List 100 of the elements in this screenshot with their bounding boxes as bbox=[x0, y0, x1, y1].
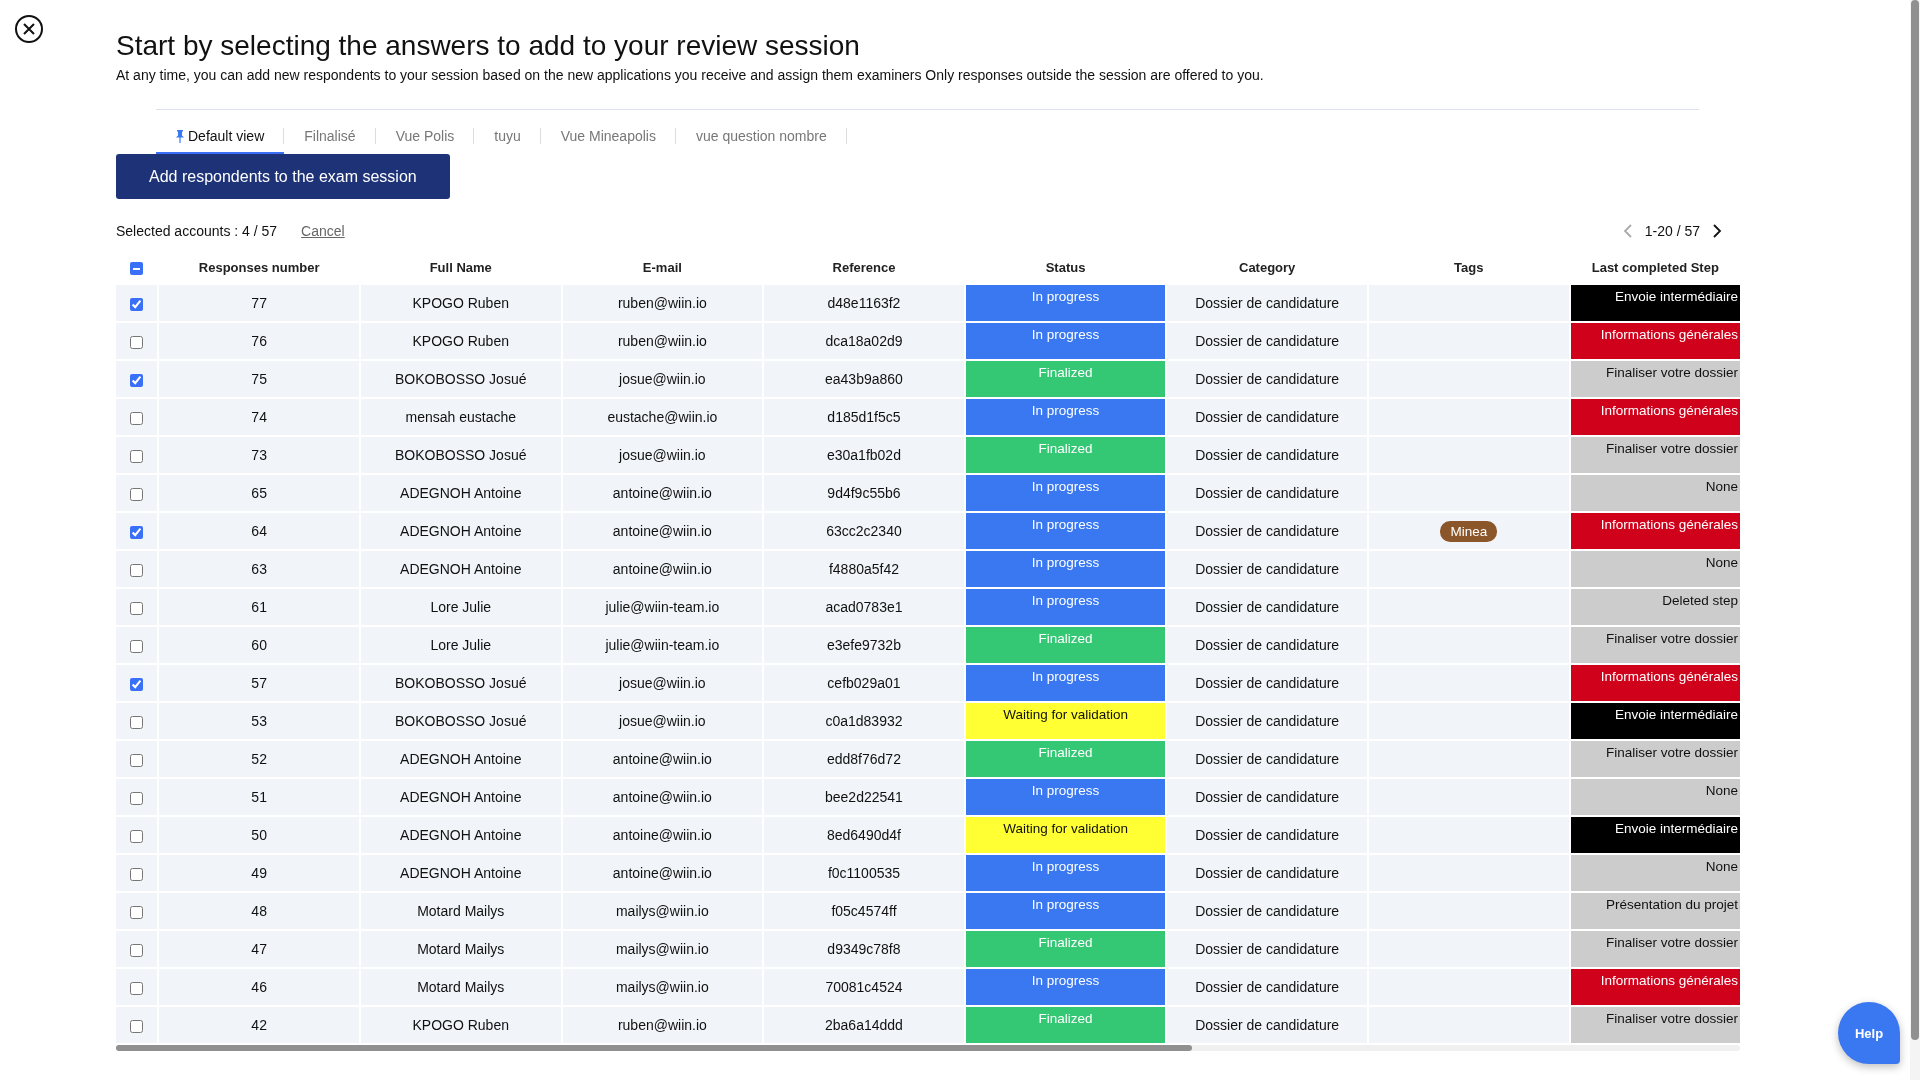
table-cell: 51 bbox=[159, 779, 359, 815]
step-cell: Finaliser votre dossier bbox=[1570, 437, 1740, 473]
table-cell: mailys@wiin.io bbox=[562, 969, 763, 1005]
table-cell: ADEGNOH Antoine bbox=[360, 513, 561, 549]
help-button[interactable]: Help bbox=[1838, 1002, 1900, 1064]
status-cell: In progress bbox=[965, 969, 1166, 1005]
table-cell: Dossier de candidature bbox=[1167, 323, 1367, 359]
row-checkbox[interactable] bbox=[130, 943, 144, 957]
column-header: Status bbox=[1044, 258, 1087, 277]
step-cell: Deleted step bbox=[1570, 589, 1740, 625]
row-checkbox[interactable] bbox=[130, 639, 144, 653]
close-icon bbox=[14, 14, 44, 44]
status-cell: Finalized bbox=[965, 1007, 1166, 1043]
table-cell: 49 bbox=[159, 855, 359, 891]
row-checkbox[interactable] bbox=[130, 411, 144, 425]
row-checkbox[interactable] bbox=[130, 525, 144, 539]
table-cell: Dossier de candidature bbox=[1167, 969, 1367, 1005]
table-cell: 52 bbox=[159, 741, 359, 777]
table-cell: 42 bbox=[159, 1007, 359, 1043]
table-cell: Dossier de candidature bbox=[1167, 855, 1367, 891]
row-checkbox[interactable] bbox=[130, 981, 144, 995]
row-checkbox[interactable] bbox=[130, 563, 144, 577]
row-checkbox[interactable] bbox=[130, 601, 144, 615]
table-cell: f4880a5f42 bbox=[764, 551, 964, 587]
table-cell: josue@wiin.io bbox=[562, 437, 763, 473]
status-cell: In progress bbox=[965, 323, 1166, 359]
row-checkbox[interactable] bbox=[130, 715, 144, 729]
table-cell: Motard Mailys bbox=[360, 893, 561, 929]
step-cell: Finaliser votre dossier bbox=[1570, 931, 1740, 967]
step-cell: Envoie intermédiaire bbox=[1570, 703, 1740, 739]
next-page-button[interactable] bbox=[1712, 224, 1722, 238]
status-cell: In progress bbox=[965, 779, 1166, 815]
table-cell: ADEGNOH Antoine bbox=[360, 551, 561, 587]
table-cell: dca18a02d9 bbox=[764, 323, 964, 359]
table-cell: BOKOBOSSO Josué bbox=[360, 703, 561, 739]
view-tab[interactable]: tuyu bbox=[474, 122, 541, 154]
table-cell: Dossier de candidature bbox=[1167, 741, 1367, 777]
view-tab[interactable]: vue question nombre bbox=[675, 122, 847, 154]
step-cell: Envoie intermédiaire bbox=[1570, 817, 1740, 853]
add-respondents-button[interactable]: Add respondents to the exam session bbox=[116, 154, 450, 199]
row-checkbox[interactable] bbox=[130, 905, 144, 919]
table-cell: 53 bbox=[159, 703, 359, 739]
status-cell: Finalized bbox=[965, 361, 1166, 397]
page-description: At any time, you can add new respondents to your session based on the new applications you receive and assign them examiners Only responses outside the session are offered to you. bbox=[116, 67, 1265, 83]
table-cell: Lore Julie bbox=[360, 627, 561, 663]
row-checkbox[interactable] bbox=[130, 677, 144, 691]
column-header: Responses number bbox=[197, 258, 321, 277]
table-cell: antoine@wiin.io bbox=[562, 855, 763, 891]
table-cell: antoine@wiin.io bbox=[562, 779, 763, 815]
row-checkbox[interactable] bbox=[130, 449, 144, 463]
status-cell: Finalized bbox=[965, 741, 1166, 777]
step-cell: Envoie intermédiaire bbox=[1570, 285, 1740, 321]
pin-icon bbox=[176, 129, 184, 143]
table-cell: bee2d22541 bbox=[764, 779, 964, 815]
cancel-link[interactable]: Cancel bbox=[301, 223, 345, 239]
row-checkbox[interactable] bbox=[130, 867, 144, 881]
status-cell: Finalized bbox=[965, 437, 1166, 473]
table-cell: Dossier de candidature bbox=[1167, 399, 1367, 435]
step-cell: Informations générales bbox=[1570, 513, 1740, 549]
status-cell: In progress bbox=[965, 893, 1166, 929]
tag-badge: Minea bbox=[1440, 520, 1498, 542]
status-cell: In progress bbox=[965, 513, 1166, 549]
view-tab[interactable]: Vue Mineapolis bbox=[540, 122, 676, 154]
vertical-scrollbar[interactable] bbox=[1910, 0, 1920, 1080]
row-checkbox[interactable] bbox=[130, 335, 144, 349]
table-cell: 48 bbox=[159, 893, 359, 929]
column-header: Full Name bbox=[428, 258, 493, 277]
table-cell: 73 bbox=[159, 437, 359, 473]
view-tab[interactable]: Vue Polis bbox=[375, 122, 475, 154]
row-checkbox[interactable] bbox=[130, 1019, 144, 1033]
table-cell: Dossier de candidature bbox=[1167, 361, 1367, 397]
row-checkbox[interactable] bbox=[130, 297, 144, 311]
table-cell: 50 bbox=[159, 817, 359, 853]
select-all-checkbox[interactable] bbox=[130, 261, 144, 275]
table-cell: Dossier de candidature bbox=[1167, 551, 1367, 587]
table-cell: ruben@wiin.io bbox=[562, 1007, 763, 1043]
table-cell: Dossier de candidature bbox=[1167, 703, 1367, 739]
row-checkbox[interactable] bbox=[130, 373, 144, 387]
table-cell: eustache@wiin.io bbox=[562, 399, 763, 435]
table-cell: 64 bbox=[159, 513, 359, 549]
step-cell: Informations générales bbox=[1570, 665, 1740, 701]
row-checkbox[interactable] bbox=[130, 487, 144, 501]
table-cell: edd8f76d72 bbox=[764, 741, 964, 777]
table-cell: antoine@wiin.io bbox=[562, 741, 763, 777]
table-cell: 65 bbox=[159, 475, 359, 511]
row-checkbox[interactable] bbox=[130, 753, 144, 767]
table-cell: f05c4574ff bbox=[764, 893, 964, 929]
horizontal-scrollbar[interactable] bbox=[116, 1045, 1740, 1051]
table-cell: 75 bbox=[159, 361, 359, 397]
table-cell: 74 bbox=[159, 399, 359, 435]
table-cell: mailys@wiin.io bbox=[562, 893, 763, 929]
row-checkbox[interactable] bbox=[130, 791, 144, 805]
view-tab[interactable]: Filnalisé bbox=[284, 122, 376, 154]
step-cell: Informations générales bbox=[1570, 969, 1740, 1005]
table-cell: d9349c78f8 bbox=[764, 931, 964, 967]
table-cell: 47 bbox=[159, 931, 359, 967]
close-button[interactable] bbox=[14, 14, 44, 44]
row-checkbox[interactable] bbox=[130, 829, 144, 843]
step-cell: None bbox=[1570, 855, 1740, 891]
table-cell: acad0783e1 bbox=[764, 589, 964, 625]
